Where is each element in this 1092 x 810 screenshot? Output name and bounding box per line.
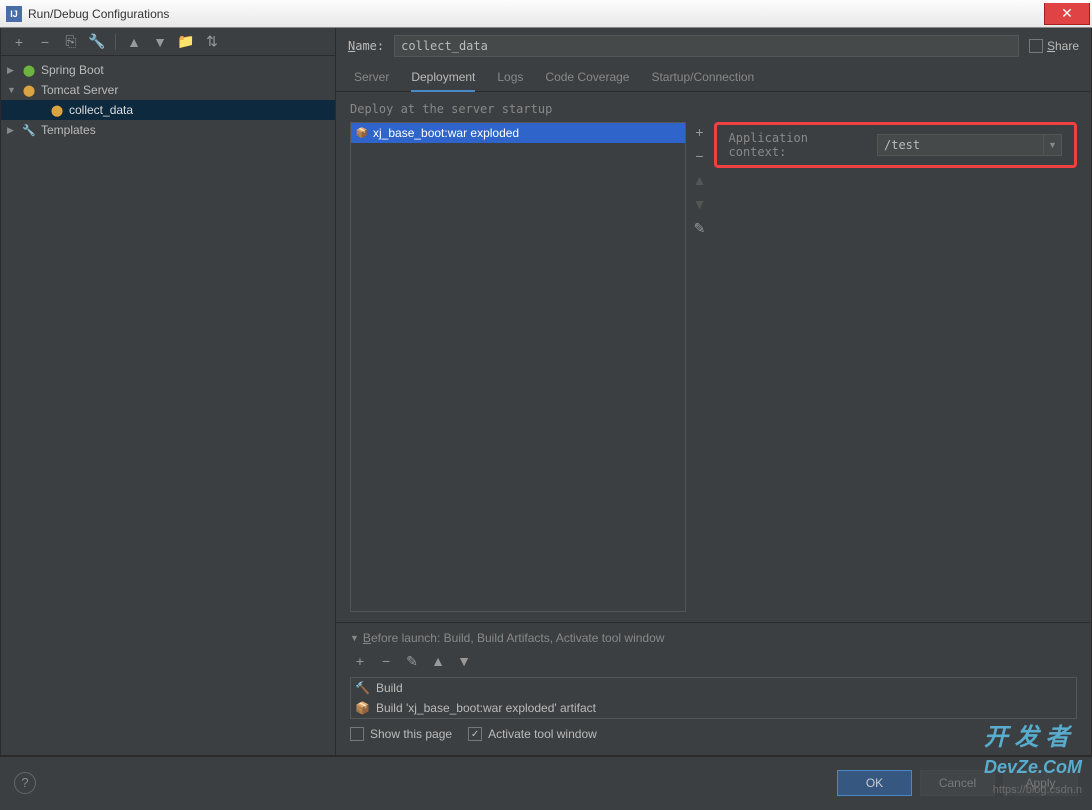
share-checkbox[interactable] [1029, 39, 1043, 53]
close-button[interactable]: ✕ [1044, 3, 1090, 25]
app-context-field: ▼ [877, 134, 1062, 156]
add-artifact-button[interactable]: + [690, 122, 710, 142]
before-launch-panel: ▼ Before launch: Build, Build Artifacts,… [336, 622, 1091, 755]
before-launch-label: Before launch: Build, Build Artifacts, A… [363, 631, 665, 645]
app-icon: IJ [6, 6, 22, 22]
tree-label: Tomcat Server [41, 83, 118, 97]
remove-icon[interactable]: − [35, 32, 55, 52]
tree-label: collect_data [69, 103, 133, 117]
tabs: Server Deployment Logs Code Coverage Sta… [336, 60, 1091, 92]
apply-button[interactable]: Apply [1003, 770, 1078, 796]
task-item-artifact[interactable]: 📦 Build 'xj_base_boot:war exploded' arti… [351, 698, 1076, 718]
artifact-buttons: + − ▲ ▼ ✎ [690, 122, 710, 612]
tomcat-icon: ⬤ [21, 82, 37, 98]
folder-icon[interactable]: 📁 [176, 32, 196, 52]
config-tree: ▶ ⬤ Spring Boot ▼ ⬤ Tomcat Server ⬤ coll… [1, 56, 335, 755]
before-launch-list[interactable]: 🔨 Build 📦 Build 'xj_base_boot:war explod… [350, 677, 1077, 719]
name-input[interactable] [394, 35, 1019, 57]
task-label: Build 'xj_base_boot:war exploded' artifa… [376, 701, 596, 715]
tab-deployment[interactable]: Deployment [411, 70, 475, 92]
main-area: + − ⎘ 🔧 ▲ ▼ 📁 ⇅ ▶ ⬤ Spring Boot ▼ ⬤ Tomc… [0, 28, 1092, 756]
activate-checkbox[interactable]: ✓ [468, 727, 482, 741]
edit-artifact-button[interactable]: ✎ [690, 218, 710, 238]
wrench-icon[interactable]: 🔧 [87, 32, 107, 52]
app-context-label: Application context: [729, 131, 870, 159]
deployment-panel: Deploy at the server startup 📦 xj_base_b… [336, 92, 1091, 622]
activate-checkbox-group[interactable]: ✓ Activate tool window [468, 727, 597, 741]
footer-buttons: OK Cancel Apply [837, 770, 1078, 796]
window-title: Run/Debug Configurations [28, 7, 1044, 21]
dropdown-icon[interactable]: ▼ [1043, 134, 1061, 156]
artifact-list[interactable]: 📦 xj_base_boot:war exploded [350, 122, 686, 612]
copy-icon[interactable]: ⎘ [61, 32, 81, 52]
dialog-footer: ? OK Cancel Apply [0, 756, 1092, 808]
tree-item-collect-data[interactable]: ⬤ collect_data [1, 100, 335, 120]
artifact-icon: 📦 [355, 701, 370, 715]
up-task-button[interactable]: ▲ [428, 651, 448, 671]
sidebar: + − ⎘ 🔧 ▲ ▼ 📁 ⇅ ▶ ⬤ Spring Boot ▼ ⬤ Tomc… [1, 28, 336, 755]
remove-task-button[interactable]: − [376, 651, 396, 671]
hammer-icon: 🔨 [355, 681, 370, 695]
show-page-checkbox-group[interactable]: Show this page [350, 727, 452, 741]
artifact-icon: 📦 [355, 126, 369, 140]
tomcat-icon: ⬤ [49, 102, 65, 118]
collapse-arrow-icon: ▼ [7, 85, 17, 95]
task-item-build[interactable]: 🔨 Build [351, 678, 1076, 698]
add-icon[interactable]: + [9, 32, 29, 52]
remove-artifact-button[interactable]: − [690, 146, 710, 166]
show-page-checkbox[interactable] [350, 727, 364, 741]
help-button[interactable]: ? [14, 772, 36, 794]
deploy-heading: Deploy at the server startup [350, 102, 1077, 116]
tree-item-templates[interactable]: ▶ 🔧 Templates [1, 120, 335, 140]
before-launch-header[interactable]: ▼ Before launch: Build, Build Artifacts,… [350, 631, 1077, 645]
move-down-button[interactable]: ▼ [690, 194, 710, 214]
separator [115, 34, 116, 50]
artifact-item[interactable]: 📦 xj_base_boot:war exploded [351, 123, 685, 143]
titlebar: IJ Run/Debug Configurations ✕ [0, 0, 1092, 28]
cancel-button[interactable]: Cancel [920, 770, 995, 796]
add-task-button[interactable]: + [350, 651, 370, 671]
artifact-label: xj_base_boot:war exploded [373, 126, 519, 140]
app-context-highlight: Application context: ▼ [714, 122, 1078, 168]
task-label: Build [376, 681, 403, 695]
ok-button[interactable]: OK [837, 770, 912, 796]
tab-code-coverage[interactable]: Code Coverage [545, 70, 629, 91]
tree-item-tomcat[interactable]: ▼ ⬤ Tomcat Server [1, 80, 335, 100]
tree-label: Templates [41, 123, 96, 137]
up-icon[interactable]: ▲ [124, 32, 144, 52]
show-page-label: Show this page [370, 727, 452, 741]
tree-label: Spring Boot [41, 63, 104, 77]
collapse-arrow-icon: ▼ [350, 633, 359, 643]
name-label: Name: [348, 39, 384, 53]
share-label: Share [1047, 39, 1079, 53]
sort-icon[interactable]: ⇅ [202, 32, 222, 52]
before-launch-toolbar: + − ✎ ▲ ▼ [350, 651, 1077, 671]
tree-item-spring-boot[interactable]: ▶ ⬤ Spring Boot [1, 60, 335, 80]
app-context-input[interactable] [878, 138, 1043, 152]
tab-startup-connection[interactable]: Startup/Connection [651, 70, 754, 91]
tab-server[interactable]: Server [354, 70, 389, 91]
spring-icon: ⬤ [21, 62, 37, 78]
sidebar-toolbar: + − ⎘ 🔧 ▲ ▼ 📁 ⇅ [1, 28, 335, 56]
wrench-icon: 🔧 [21, 122, 37, 138]
content-panel: Name: Share Server Deployment Logs Code … [336, 28, 1091, 755]
name-row: Name: Share [336, 28, 1091, 60]
expand-arrow-icon: ▶ [7, 65, 17, 76]
edit-task-button[interactable]: ✎ [402, 651, 422, 671]
expand-arrow-icon: ▶ [7, 125, 17, 136]
down-task-button[interactable]: ▼ [454, 651, 474, 671]
share-checkbox-group[interactable]: Share [1029, 39, 1079, 53]
before-launch-options: Show this page ✓ Activate tool window [350, 727, 1077, 741]
move-up-button[interactable]: ▲ [690, 170, 710, 190]
down-icon[interactable]: ▼ [150, 32, 170, 52]
activate-label: Activate tool window [488, 727, 597, 741]
tab-logs[interactable]: Logs [497, 70, 523, 91]
